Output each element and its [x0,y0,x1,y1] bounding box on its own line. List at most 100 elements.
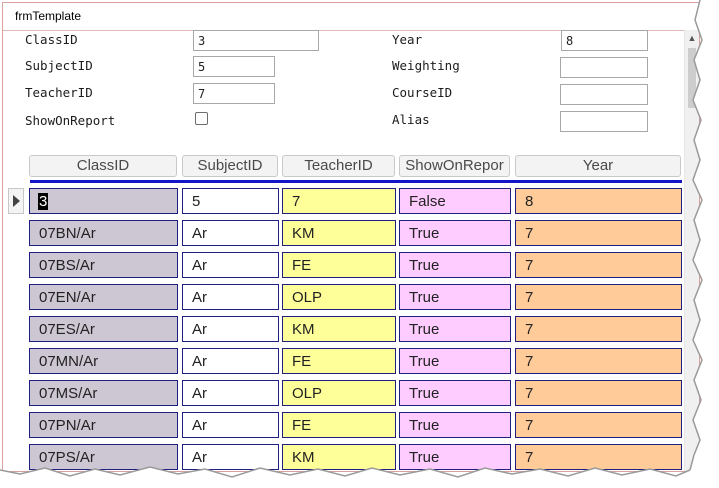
cell-text: Ar [192,353,207,370]
cell-showonreport[interactable]: True [399,412,511,438]
alias-field[interactable] [560,111,648,132]
cell-year[interactable]: 8 [515,188,682,214]
title-bar: frmTemplate [3,3,699,31]
cell-text: Ar [192,449,207,466]
cell-teacherid[interactable]: FE [282,252,396,278]
header-year[interactable]: Year [515,155,681,177]
year-label: Year [392,32,423,47]
cell-year[interactable]: 7 [515,220,682,246]
cell-text: 07PN/Ar [39,417,96,434]
cell-year[interactable]: 7 [515,316,682,342]
cell-teacherid[interactable]: FE [282,348,396,374]
cell-classid[interactable]: 07ES/Ar [29,316,178,342]
subjectid-label: SubjectID [25,58,93,73]
cell-showonreport[interactable]: True [399,252,511,278]
triangle-right-icon [13,195,20,207]
teacherid-field[interactable]: 7 [193,83,275,104]
cell-classid[interactable]: 07EN/Ar [29,284,178,310]
showonreport-checkbox[interactable] [195,112,208,125]
cell-subjectid[interactable]: Ar [182,220,279,246]
vertical-scrollbar[interactable]: ▲ [684,30,699,471]
cell-showonreport[interactable]: True [399,348,511,374]
cell-classid[interactable]: 07BN/Ar [29,220,178,246]
cell-text: 3 [38,193,49,210]
cell-year[interactable]: 7 [515,284,682,310]
cell-text: Ar [192,225,207,242]
header-showonreport[interactable]: ShowOnRepor [399,155,510,177]
cell-subjectid[interactable]: Ar [182,348,279,374]
cell-text: 7 [525,449,534,466]
cell-text: 7 [525,417,534,434]
cell-showonreport[interactable]: False [399,188,511,214]
cell-text: Ar [192,257,207,274]
courseid-field[interactable] [560,84,648,105]
cell-year[interactable]: 7 [515,412,682,438]
courseid-label: CourseID [392,85,453,100]
cell-teacherid[interactable]: FE [282,412,396,438]
cell-text: 07BS/Ar [39,257,95,274]
cell-text: 7 [525,321,534,338]
cell-text: True [409,257,440,274]
alias-label: Alias [392,112,430,127]
scroll-thumb[interactable] [688,48,696,108]
header-teacherid[interactable]: TeacherID [282,155,395,177]
cell-text: False [409,193,446,210]
cell-subjectid[interactable]: Ar [182,412,279,438]
cell-showonreport[interactable]: True [399,316,511,342]
cell-teacherid[interactable]: 7 [282,188,396,214]
cell-year[interactable]: 7 [515,380,682,406]
cell-text: True [409,385,440,402]
subjectid-field[interactable]: 5 [193,56,275,77]
record-selector[interactable] [8,188,24,214]
cell-text: True [409,449,440,466]
cell-text: 7 [525,257,534,274]
cell-subjectid[interactable]: Ar [182,444,279,470]
cell-teacherid[interactable]: OLP [282,380,396,406]
cell-year[interactable]: 7 [515,252,682,278]
cell-text: KM [292,449,315,466]
cell-classid[interactable]: 07MS/Ar [29,380,178,406]
cell-showonreport[interactable]: True [399,380,511,406]
cell-teacherid[interactable]: OLP [282,284,396,310]
cell-classid[interactable]: 07BS/Ar [29,252,178,278]
cell-subjectid[interactable]: Ar [182,380,279,406]
cell-subjectid[interactable]: 5 [182,188,279,214]
header-classid[interactable]: ClassID [29,155,177,177]
cell-text: OLP [292,289,323,306]
cell-year[interactable]: 7 [515,348,682,374]
cell-text: 7 [525,385,534,402]
cell-subjectid[interactable]: Ar [182,316,279,342]
cell-text: OLP [292,385,323,402]
cell-teacherid[interactable]: KM [282,444,396,470]
classid-label: ClassID [25,32,78,47]
cell-classid[interactable]: 07PN/Ar [29,412,178,438]
cell-teacherid[interactable]: KM [282,220,396,246]
cell-text: 07BN/Ar [39,225,96,242]
chevron-up-icon[interactable]: ▲ [686,32,698,44]
cell-showonreport[interactable]: True [399,284,511,310]
cell-classid[interactable]: 3 [29,188,178,214]
cell-teacherid[interactable]: KM [282,316,396,342]
cell-text: 07ES/Ar [39,321,95,338]
header-subjectid[interactable]: SubjectID [182,155,278,177]
cell-text: 07MN/Ar [39,353,99,370]
cell-text: 7 [525,353,534,370]
cell-showonreport[interactable]: True [399,444,511,470]
cell-text: 5 [192,193,201,210]
weighting-label: Weighting [392,58,460,73]
cell-text: 7 [292,193,301,210]
cell-text: FE [292,353,312,370]
cell-subjectid[interactable]: Ar [182,284,279,310]
showonreport-label: ShowOnReport [25,113,116,128]
cell-text: 07MS/Ar [39,385,98,402]
cell-classid[interactable]: 07MN/Ar [29,348,178,374]
cell-showonreport[interactable]: True [399,220,511,246]
cell-subjectid[interactable]: Ar [182,252,279,278]
cell-text: Ar [192,385,207,402]
cell-text: FE [292,417,312,434]
cell-year[interactable]: 7 [515,444,682,470]
classid-field[interactable]: 3 [193,30,319,51]
cell-classid[interactable]: 07PS/Ar [29,444,178,470]
year-field[interactable]: 8 [561,30,648,51]
weighting-field[interactable] [560,57,648,78]
